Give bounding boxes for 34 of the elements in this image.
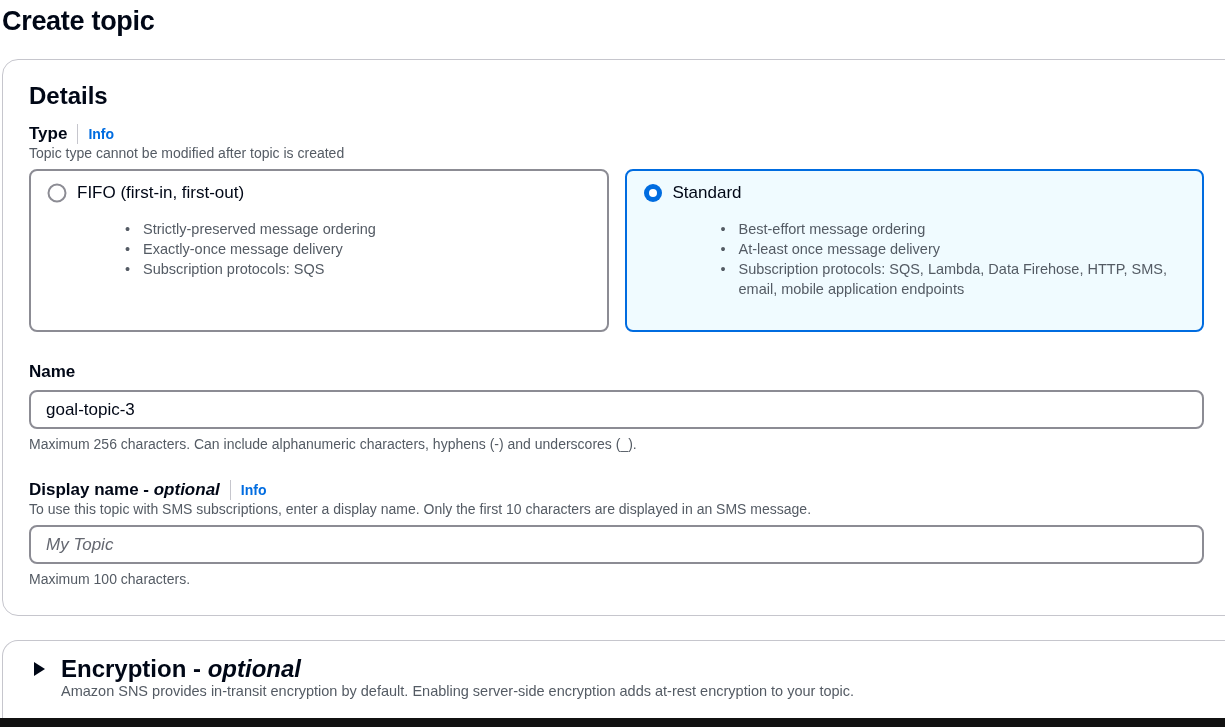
option-label: Standard — [672, 183, 742, 203]
field-label: Display name - optional — [29, 480, 220, 500]
section-description: Amazon SNS provides in-transit encryption by default. Enabling server-side encryption adds at-rest encryption to your topic. — [61, 683, 856, 699]
field-description: Topic type cannot be modified after topic is created — [29, 145, 346, 161]
bullet: • — [125, 220, 132, 239]
feature-item: Subscription protocols: SQS, Lambda, Data Firehose, HTTP, SMS, email, mobile application endpoints — [738, 260, 1168, 299]
bullet: • — [125, 240, 132, 259]
feature-item: Best-effort message ordering — [738, 220, 926, 239]
option-tile[interactable]: Standard • Best-effort message ordering • At-least once message delivery • Subscription protocols: SQS, Lambda, Data Firehose, HTTP, SMS, email, mobile application endpoints — [624, 169, 1204, 332]
page-title: Create topic — [2, 6, 155, 37]
text-input[interactable]: goal-topic-3 — [29, 390, 1204, 429]
bullet: • — [720, 220, 727, 239]
feature-item: Exactly-once message delivery — [143, 240, 343, 259]
feature-item: Subscription protocols: SQS — [143, 260, 325, 279]
info-link[interactable]: Info — [77, 124, 115, 144]
constraint-text: Maximum 100 characters. — [29, 571, 192, 587]
feature-item: Strictly-preserved message ordering — [143, 220, 376, 239]
radio-button[interactable] — [47, 183, 67, 203]
option-label: FIFO (first-in, first-out) — [77, 183, 245, 203]
bullet: • — [720, 260, 727, 279]
bullet: • — [125, 260, 132, 279]
bullet: • — [720, 240, 727, 259]
text-input[interactable]: My Topic — [29, 525, 1204, 564]
field-label: Type — [29, 124, 68, 144]
feature-item: At-least once message delivery — [738, 240, 940, 259]
section-heading: Details — [29, 82, 109, 110]
field-label: Name — [29, 362, 76, 382]
section-heading[interactable]: Encryption - optional — [61, 655, 301, 683]
constraint-text: Maximum 256 characters. Can include alphanumeric characters, hyphens (-) and underscores (_). — [29, 436, 638, 452]
info-link[interactable]: Info — [229, 480, 267, 500]
caret-icon[interactable] — [31, 661, 47, 677]
field-description: To use this topic with SMS subscriptions, enter a display name. Only the first 10 characters are displayed in an SMS message. — [29, 501, 813, 517]
radio-button[interactable] — [642, 183, 663, 203]
option-tile[interactable]: FIFO (first-in, first-out) • Strictly-preserved message ordering • Exactly-once message delivery • Subscription protocols: SQS — [29, 169, 609, 332]
